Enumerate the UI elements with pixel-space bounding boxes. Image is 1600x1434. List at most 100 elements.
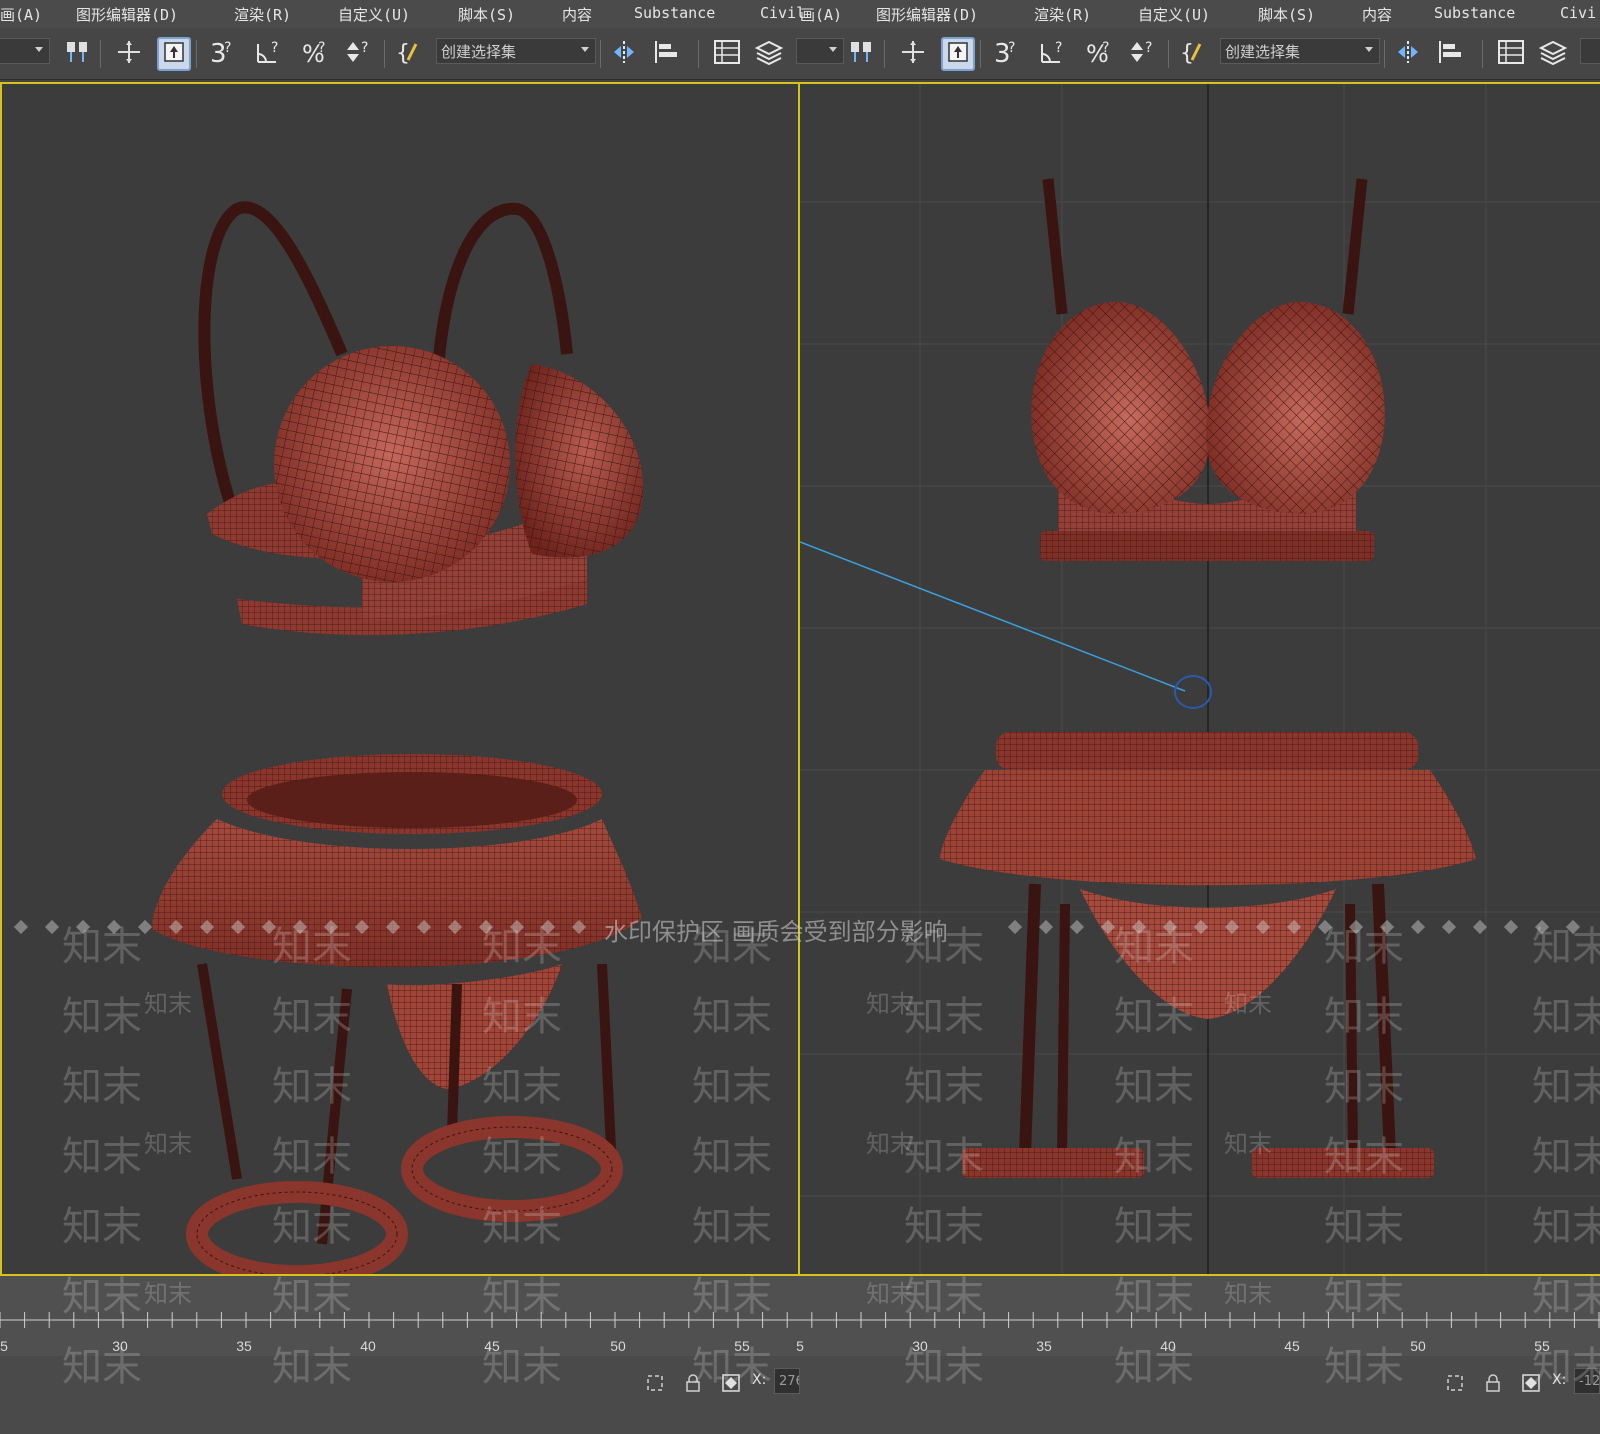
menu-item-4[interactable]: 脚本(S) (1258, 4, 1315, 25)
named-selection-set-dropdown[interactable]: 创建选择集 (436, 38, 596, 64)
percent-snap-button[interactable]: %? (1082, 37, 1116, 71)
toolbar-separator (600, 40, 601, 68)
perspective-mesh-render (152, 201, 644, 1274)
absolute-mode-icon[interactable] (718, 1370, 744, 1396)
x-coord-field[interactable]: 276 (774, 1368, 800, 1394)
align-icon (1436, 38, 1466, 71)
svg-text:?: ? (361, 40, 368, 56)
timeline-tick-label: 40 (360, 1338, 376, 1354)
lock-icon[interactable] (680, 1370, 706, 1396)
move-button[interactable] (896, 37, 930, 71)
align-button[interactable] (1434, 37, 1468, 71)
edit-named-selection-icon: { (1178, 38, 1208, 71)
layer-manager-button[interactable] (752, 37, 786, 71)
link-button[interactable] (60, 37, 94, 71)
snap-3d-button[interactable]: 3? (990, 37, 1024, 71)
menu-item-5[interactable]: 内容 (1362, 4, 1392, 25)
svg-text:{: { (1180, 41, 1194, 66)
menu-item-0[interactable]: 画(A) (0, 4, 42, 25)
reference-coord-dropdown[interactable] (0, 38, 50, 64)
menu-item-3[interactable]: 自定义(U) (338, 4, 410, 25)
right-strap (431, 202, 573, 385)
timeline-tick-label: 50 (610, 1338, 626, 1354)
layer-manager-icon (754, 38, 784, 71)
angle-snap-button[interactable]: ? (1036, 37, 1070, 71)
timeline-ruler[interactable]: 5 30 35 40 45 50 55 5 30 35 40 45 50 55 (0, 1276, 1600, 1356)
front-viewport[interactable] (800, 82, 1600, 1276)
mirror-icon (1394, 38, 1424, 71)
layer-manager-icon (1538, 38, 1568, 71)
snap-3d-icon: 3? (208, 38, 238, 71)
timeline-tick-label: 5 (0, 1338, 8, 1354)
svg-text:?: ? (271, 40, 278, 56)
menu-item-7[interactable]: Civi (1560, 4, 1596, 22)
lock-icon[interactable] (1480, 1370, 1506, 1396)
menu-item-4[interactable]: 脚本(S) (458, 4, 515, 25)
move-button[interactable] (112, 37, 146, 71)
timeline-tick-label: 30 (112, 1338, 128, 1354)
edit-named-selection-icon: { (394, 38, 424, 71)
timeline-tick-label: 35 (236, 1338, 252, 1354)
toolbar-separator (100, 40, 101, 68)
layer-explorer-button[interactable] (710, 37, 744, 71)
menu-bar-right: 画(A) 图形编辑器(D) 渲染(R) 自定义(U) 脚本(S) 内容 Substance C… (800, 0, 1600, 28)
angle-snap-button[interactable]: ? (252, 37, 286, 71)
link-icon (847, 38, 875, 71)
snap-3d-button[interactable]: 3? (206, 37, 240, 71)
timeline-tick-label: 5 (796, 1338, 804, 1354)
menu-item-5[interactable]: 内容 (562, 4, 592, 25)
svg-text:{: { (396, 41, 410, 66)
menu-item-7[interactable]: Civil (760, 4, 805, 22)
align-button[interactable] (650, 37, 684, 71)
layer-explorer-icon (1496, 38, 1526, 71)
toolbar-separator (980, 40, 981, 68)
absolute-mode-icon[interactable] (1518, 1370, 1544, 1396)
layer-manager-button[interactable] (1536, 37, 1570, 71)
menu-item-1[interactable]: 图形编辑器(D) (76, 4, 178, 25)
status-bar: X: 276 X: -12 (0, 1356, 1600, 1434)
toolbar-separator (884, 40, 885, 68)
move-icon (115, 38, 143, 71)
link-button[interactable] (844, 37, 878, 71)
menu-item-6[interactable]: Substance (634, 4, 715, 22)
edit-named-selection-button[interactable]: { (392, 37, 426, 71)
viewport-grid (800, 84, 1600, 1274)
spinner-snap-button[interactable]: ? (1126, 37, 1160, 71)
menu-item-6[interactable]: Substance (1434, 4, 1515, 22)
pointer-line (800, 541, 1186, 692)
mirror-button[interactable] (1392, 37, 1426, 71)
perspective-viewport[interactable] (0, 82, 800, 1276)
edit-named-selection-button[interactable]: { (1176, 37, 1210, 71)
mirror-button[interactable] (608, 37, 642, 71)
layer-dropdown[interactable] (1580, 38, 1600, 64)
menu-item-3[interactable]: 自定义(U) (1138, 4, 1210, 25)
spinner-snap-button[interactable]: ? (342, 37, 376, 71)
zoom-extents-icon[interactable] (1442, 1370, 1468, 1396)
mirror-icon (610, 38, 640, 71)
zoom-extents-icon[interactable] (642, 1370, 668, 1396)
main-toolbar: 3??%?? { 创建选择集 3??%?? { 创建选择集 (0, 28, 1600, 80)
svg-text:?: ? (224, 40, 231, 56)
menu-item-1[interactable]: 图形编辑器(D) (876, 4, 978, 25)
toolbar-right: 3??%?? { 创建选择集 (784, 28, 1600, 79)
percent-snap-button[interactable]: %? (298, 37, 332, 71)
percent-snap-icon: %? (1084, 38, 1114, 71)
x-coord-label: X: (1552, 1372, 1567, 1388)
menu-item-2[interactable]: 渲染(R) (234, 4, 291, 25)
named-selection-set-dropdown[interactable]: 创建选择集 (1220, 38, 1380, 64)
menu-item-0[interactable]: 画(A) (800, 4, 842, 25)
select-object-button[interactable] (941, 37, 975, 71)
layer-explorer-button[interactable] (1494, 37, 1528, 71)
select-object-icon (946, 40, 970, 69)
timeline-tick-label: 55 (1534, 1338, 1550, 1354)
timeline-tick-label: 55 (734, 1338, 750, 1354)
x-coord-field[interactable]: -12 (1574, 1368, 1600, 1394)
toolbar-separator (698, 40, 699, 68)
angle-snap-icon: ? (254, 38, 284, 71)
select-object-button[interactable] (157, 37, 191, 71)
angle-snap-icon: ? (1038, 38, 1068, 71)
menu-item-2[interactable]: 渲染(R) (1034, 4, 1091, 25)
layer-explorer-icon (712, 38, 742, 71)
toolbar-separator (384, 40, 385, 68)
x-coord-label: X: (752, 1372, 767, 1388)
